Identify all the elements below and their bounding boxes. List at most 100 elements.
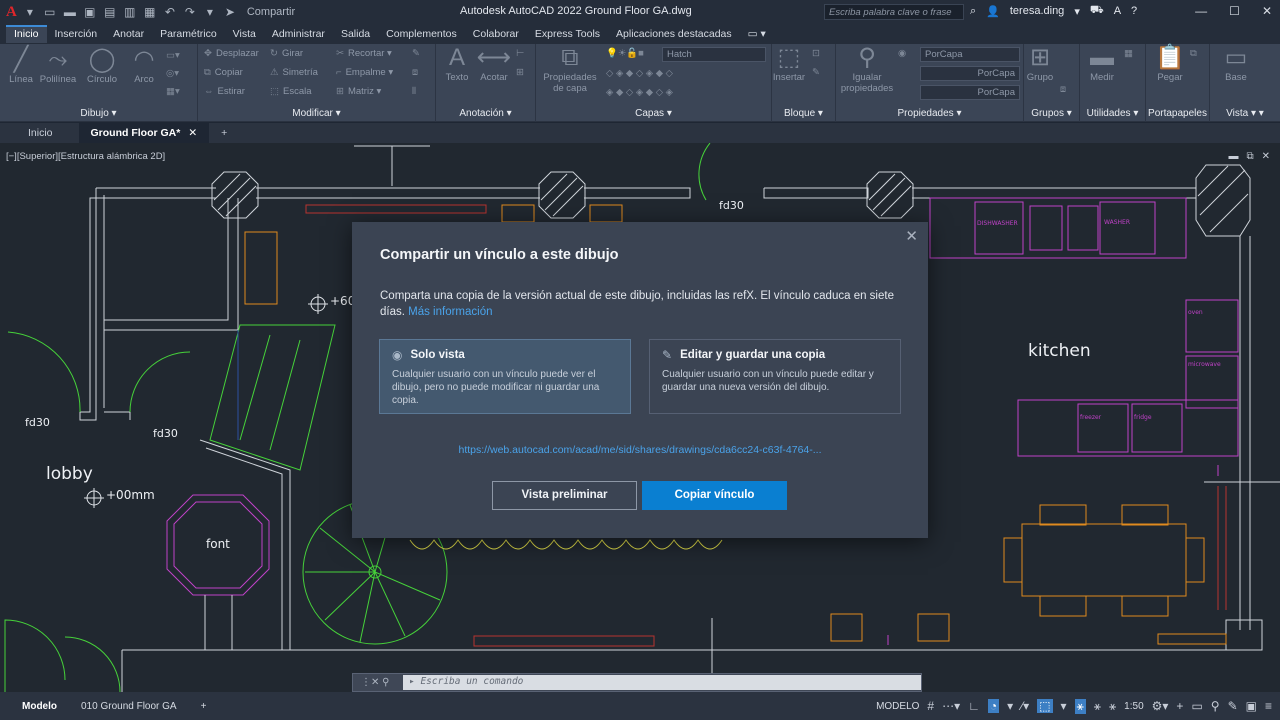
grid-icon[interactable]: # — [927, 699, 934, 713]
new-file-icon[interactable]: ▭ — [43, 5, 57, 19]
share-button[interactable]: Compartir — [247, 6, 295, 18]
panel-title-capas[interactable]: Capas ▾ — [536, 108, 771, 119]
color-dropdown[interactable]: PorCapa — [920, 47, 1020, 62]
dialog-close-icon[interactable]: ✕ — [905, 227, 918, 245]
command-input[interactable]: ▸ Escriba un comando — [403, 675, 921, 690]
panel-title-vista[interactable]: Vista ▾ ▾ — [1210, 108, 1280, 119]
user-chevron-icon[interactable]: ▾ — [1074, 5, 1080, 18]
insert-tool[interactable]: ⬚ Insertar — [772, 44, 806, 83]
add-layout-button[interactable]: + — [189, 701, 219, 712]
annotation-scale-icon[interactable]: ⚹ — [1094, 699, 1101, 714]
web-mobile-icon[interactable]: ▥ — [123, 5, 137, 19]
tab-vista[interactable]: Vista — [225, 25, 264, 43]
copy-tool[interactable]: ⧉ Copiar — [204, 67, 243, 78]
layer-properties-tool[interactable]: ⧉ Propiedades de capa — [542, 44, 598, 94]
leader-tool[interactable]: ⊢ — [516, 48, 528, 59]
table-tool[interactable]: ⊞ — [516, 67, 528, 78]
dimension-tool[interactable]: ⟷ Acotar — [476, 44, 512, 83]
linetype-dropdown[interactable]: PorCapa — [920, 66, 1020, 81]
osnap-icon[interactable]: ⬚ — [1037, 699, 1053, 713]
ortho-icon[interactable]: ∟ — [968, 699, 980, 713]
maximize-icon[interactable]: ☐ — [1229, 4, 1240, 18]
tab-express-tools[interactable]: Express Tools — [527, 25, 608, 43]
viewport-label[interactable]: [−][Superior][Estructura alámbrica 2D] — [6, 151, 165, 162]
panel-title-portapapeles[interactable]: Portapapeles — [1146, 108, 1209, 119]
plus-icon[interactable]: + — [1176, 699, 1183, 713]
auto-scale-icon[interactable]: ⚹ — [1109, 699, 1116, 714]
stretch-tool[interactable]: ⇔ Estirar — [204, 86, 245, 97]
layer-tools-row-1[interactable]: ◇ ◈ ◆ ◇ ◈ ◆ ◇ — [606, 68, 677, 79]
mirror-tool[interactable]: ⚠ Simetría — [270, 67, 318, 78]
share-icon[interactable]: ➤ — [223, 5, 237, 19]
measure-tool[interactable]: ▬ Medir — [1084, 44, 1120, 83]
open-folder-icon[interactable]: ▬ — [63, 5, 77, 19]
viewport-restore-icon[interactable]: ⧉ — [1246, 151, 1253, 162]
rotate-tool[interactable]: ↻ Girar — [270, 48, 303, 59]
units-icon[interactable]: ▭ — [1191, 699, 1202, 713]
fillet-tool[interactable]: ⌐ Empalme ▾ — [336, 67, 393, 78]
viewport-minimize-icon[interactable]: ▬ — [1228, 151, 1238, 162]
tab-salida[interactable]: Salida — [333, 25, 378, 43]
tab-anotar[interactable]: Anotar — [105, 25, 152, 43]
hatch-tool[interactable]: ◎▾ — [166, 68, 183, 79]
copy-clip-tool[interactable]: ⧉ — [1190, 48, 1201, 59]
tab-colaborar[interactable]: Colaborar — [465, 25, 527, 43]
help-icon[interactable]: ? — [1131, 5, 1137, 17]
boundary-tool[interactable]: ▦▾ — [166, 86, 184, 97]
minimize-icon[interactable]: — — [1195, 4, 1207, 18]
group-tool[interactable]: ⊞ Grupo — [1024, 44, 1056, 83]
search-input[interactable]: Escriba palabra clave o frase — [824, 4, 964, 20]
tab-insercion[interactable]: Inserción — [47, 25, 106, 43]
paste-tool[interactable]: 📋 Pegar — [1154, 44, 1186, 83]
clean-screen-icon[interactable]: ▣ — [1246, 699, 1257, 713]
snap-icon[interactable]: ⋯▾ — [942, 699, 960, 713]
line-tool[interactable]: ╱ Línea — [6, 46, 36, 85]
command-line-grip-icon[interactable]: ⋮✕ ⚲ — [353, 677, 403, 688]
edit-block-tool[interactable]: ✎ — [812, 67, 824, 78]
layer-tools-row-2[interactable]: ◈ ◆ ◇ ◈ ◆ ◇ ◈ — [606, 87, 677, 98]
base-view-tool[interactable]: ▭ Base — [1218, 44, 1254, 83]
panel-title-utilidades[interactable]: Utilidades ▾ — [1080, 108, 1145, 119]
share-url-link[interactable]: https://web.autocad.com/acad/me/sid/shar… — [352, 444, 928, 456]
user-icon[interactable]: 👤 — [986, 5, 1000, 18]
scale-dropdown[interactable]: 1:50 — [1124, 701, 1143, 712]
model-space-toggle[interactable]: MODELO — [876, 701, 919, 712]
tab-ground-floor[interactable]: Ground Floor GA* ✕ — [78, 123, 210, 143]
new-tab-button[interactable]: + — [209, 123, 239, 143]
tab-parametrico[interactable]: Paramétrico — [152, 25, 225, 43]
lineweight-icon[interactable]: ▾ — [1061, 699, 1067, 713]
customization-menu-icon[interactable]: ≡ — [1265, 699, 1272, 713]
lineweight-dropdown[interactable]: PorCapa — [920, 85, 1020, 100]
workspace-gear-icon[interactable]: ⚙▾ — [1152, 699, 1169, 713]
chevron-down-icon[interactable]: ▾ — [23, 5, 37, 19]
match-properties-tool[interactable]: ⚲ Igualar propiedades — [838, 44, 896, 94]
rectangle-tool[interactable]: ▭▾ — [166, 50, 184, 61]
annotation-visibility-icon[interactable]: ⚹ — [1074, 698, 1086, 714]
layer-dropdown[interactable]: Hatch — [662, 47, 766, 62]
ribbon-toggle-icon[interactable]: ▭ ▾ — [740, 25, 774, 43]
group-select-tool[interactable]: ⧈ — [1060, 84, 1070, 95]
isolate-objects-icon[interactable]: ⚲ — [1211, 699, 1220, 713]
object-tracking-icon[interactable]: ⁄▾ — [1021, 699, 1029, 713]
scale-tool[interactable]: ⬚ Escala — [270, 86, 312, 97]
polar-tracking-icon[interactable]: ◔ — [987, 699, 1000, 713]
array-tool[interactable]: ⊞ Matriz ▾ — [336, 86, 381, 97]
more-info-link[interactable]: Más información — [408, 306, 492, 318]
panel-title-dibujo[interactable]: Dibujo ▾ — [0, 108, 197, 119]
option-view-only[interactable]: ◉ Solo vista Cualquier usuario con un vín… — [379, 339, 631, 414]
layout-tab-ground-floor[interactable]: 010 Ground Floor GA — [69, 701, 189, 712]
copy-link-button[interactable]: Copiar vínculo — [642, 481, 787, 510]
move-tool[interactable]: ✥ Desplazar — [204, 48, 259, 59]
explode-tool[interactable]: ⧈ — [412, 67, 422, 78]
cart-icon[interactable]: ⛟ — [1090, 4, 1104, 18]
offset-tool[interactable]: ⫴ — [412, 86, 420, 97]
redo-icon[interactable]: ↷ — [183, 5, 197, 19]
polyline-tool[interactable]: ⤳ Polilínea — [38, 46, 78, 85]
option-edit-save[interactable]: ✎ Editar y guardar una copia Cualquier us… — [649, 339, 901, 414]
layer-state-icons[interactable]: 💡☀🔓■ — [606, 48, 648, 59]
save-as-icon[interactable]: ▤ — [103, 5, 117, 19]
tab-start[interactable]: Inicio — [0, 123, 79, 143]
tab-inicio[interactable]: Inicio — [6, 25, 47, 43]
undo-icon[interactable]: ↶ — [163, 5, 177, 19]
panel-title-grupos[interactable]: Grupos ▾ — [1024, 108, 1079, 119]
